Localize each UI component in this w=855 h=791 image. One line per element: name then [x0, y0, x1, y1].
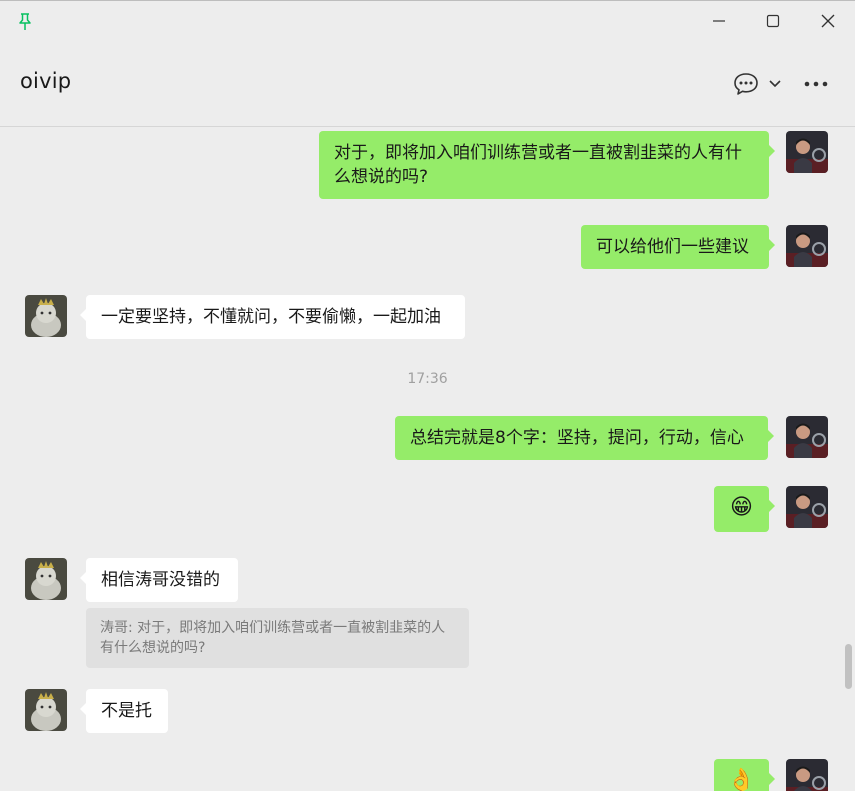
chat-bubble-icon [734, 73, 758, 95]
ok-hand-emoji: 👌 [727, 768, 756, 791]
message-list[interactable]: 对于，即将加入咱们训练营或者一直被割韭菜的人有什么想说的吗? 可以给他们一些建议 [0, 127, 855, 791]
pin-icon[interactable] [15, 12, 35, 32]
message-scrollbar[interactable] [845, 644, 852, 689]
message-text: 不是托 [101, 701, 152, 721]
maximize-button[interactable] [746, 1, 800, 41]
my-message-bubble[interactable]: 总结完就是8个字：坚持，提问，行动，信心 [395, 416, 774, 460]
more-icon [804, 81, 828, 87]
chat-options-dropdown[interactable] [767, 76, 783, 92]
my-avatar[interactable] [786, 131, 828, 173]
maximize-icon [766, 14, 780, 28]
minimize-button[interactable] [692, 1, 746, 41]
my-avatar[interactable] [786, 486, 828, 528]
my-emoji-bubble[interactable]: 👌 [714, 759, 775, 791]
message-text: 对于，即将加入咱们训练营或者一直被割韭菜的人有什么想说的吗? [334, 143, 742, 187]
my-message-bubble[interactable]: 对于，即将加入咱们训练营或者一直被割韭菜的人有什么想说的吗? [319, 131, 775, 199]
chat-window: oivip 对于，即将加入咱们训练营或者一直被割韭菜的人有什么想说的吗? 可以给… [0, 0, 855, 791]
my-avatar[interactable] [786, 416, 828, 458]
minimize-icon [713, 20, 725, 22]
message-timestamp: 17:36 [407, 371, 448, 387]
message-text: 总结完就是8个字：坚持，提问，行动，信心 [410, 428, 744, 448]
message-text: 相信涛哥没错的 [101, 570, 220, 590]
message-text: 可以给他们一些建议 [596, 237, 749, 257]
contact-message-bubble[interactable]: 不是托 [80, 689, 168, 733]
more-button[interactable] [802, 74, 830, 94]
contact-avatar[interactable] [25, 558, 67, 600]
quoted-text: 涛哥: 对于，即将加入咱们训练营或者一直被割韭菜的人有什么想说的吗? [100, 620, 446, 656]
my-emoji-bubble[interactable]: 😁 [714, 486, 775, 532]
close-icon [821, 14, 835, 28]
chat-bubble-button[interactable] [731, 70, 761, 98]
contact-avatar[interactable] [25, 689, 67, 731]
quoted-message[interactable]: 涛哥: 对于，即将加入咱们训练营或者一直被割韭菜的人有什么想说的吗? [86, 608, 469, 668]
chevron-down-icon [769, 80, 781, 88]
close-button[interactable] [801, 1, 855, 41]
contact-message-bubble[interactable]: 相信涛哥没错的 [80, 558, 238, 602]
grinning-emoji: 😁 [730, 495, 753, 520]
title-bar [0, 1, 855, 41]
my-message-bubble[interactable]: 可以给他们一些建议 [581, 225, 775, 269]
contact-avatar[interactable] [25, 295, 67, 337]
chat-title: oivip [20, 69, 72, 93]
chat-header: oivip [0, 41, 855, 127]
message-text: 一定要坚持，不懂就问，不要偷懒，一起加油 [101, 307, 441, 327]
my-avatar[interactable] [786, 225, 828, 267]
my-avatar[interactable] [786, 759, 828, 791]
contact-message-bubble[interactable]: 一定要坚持，不懂就问，不要偷懒，一起加油 [80, 295, 465, 339]
